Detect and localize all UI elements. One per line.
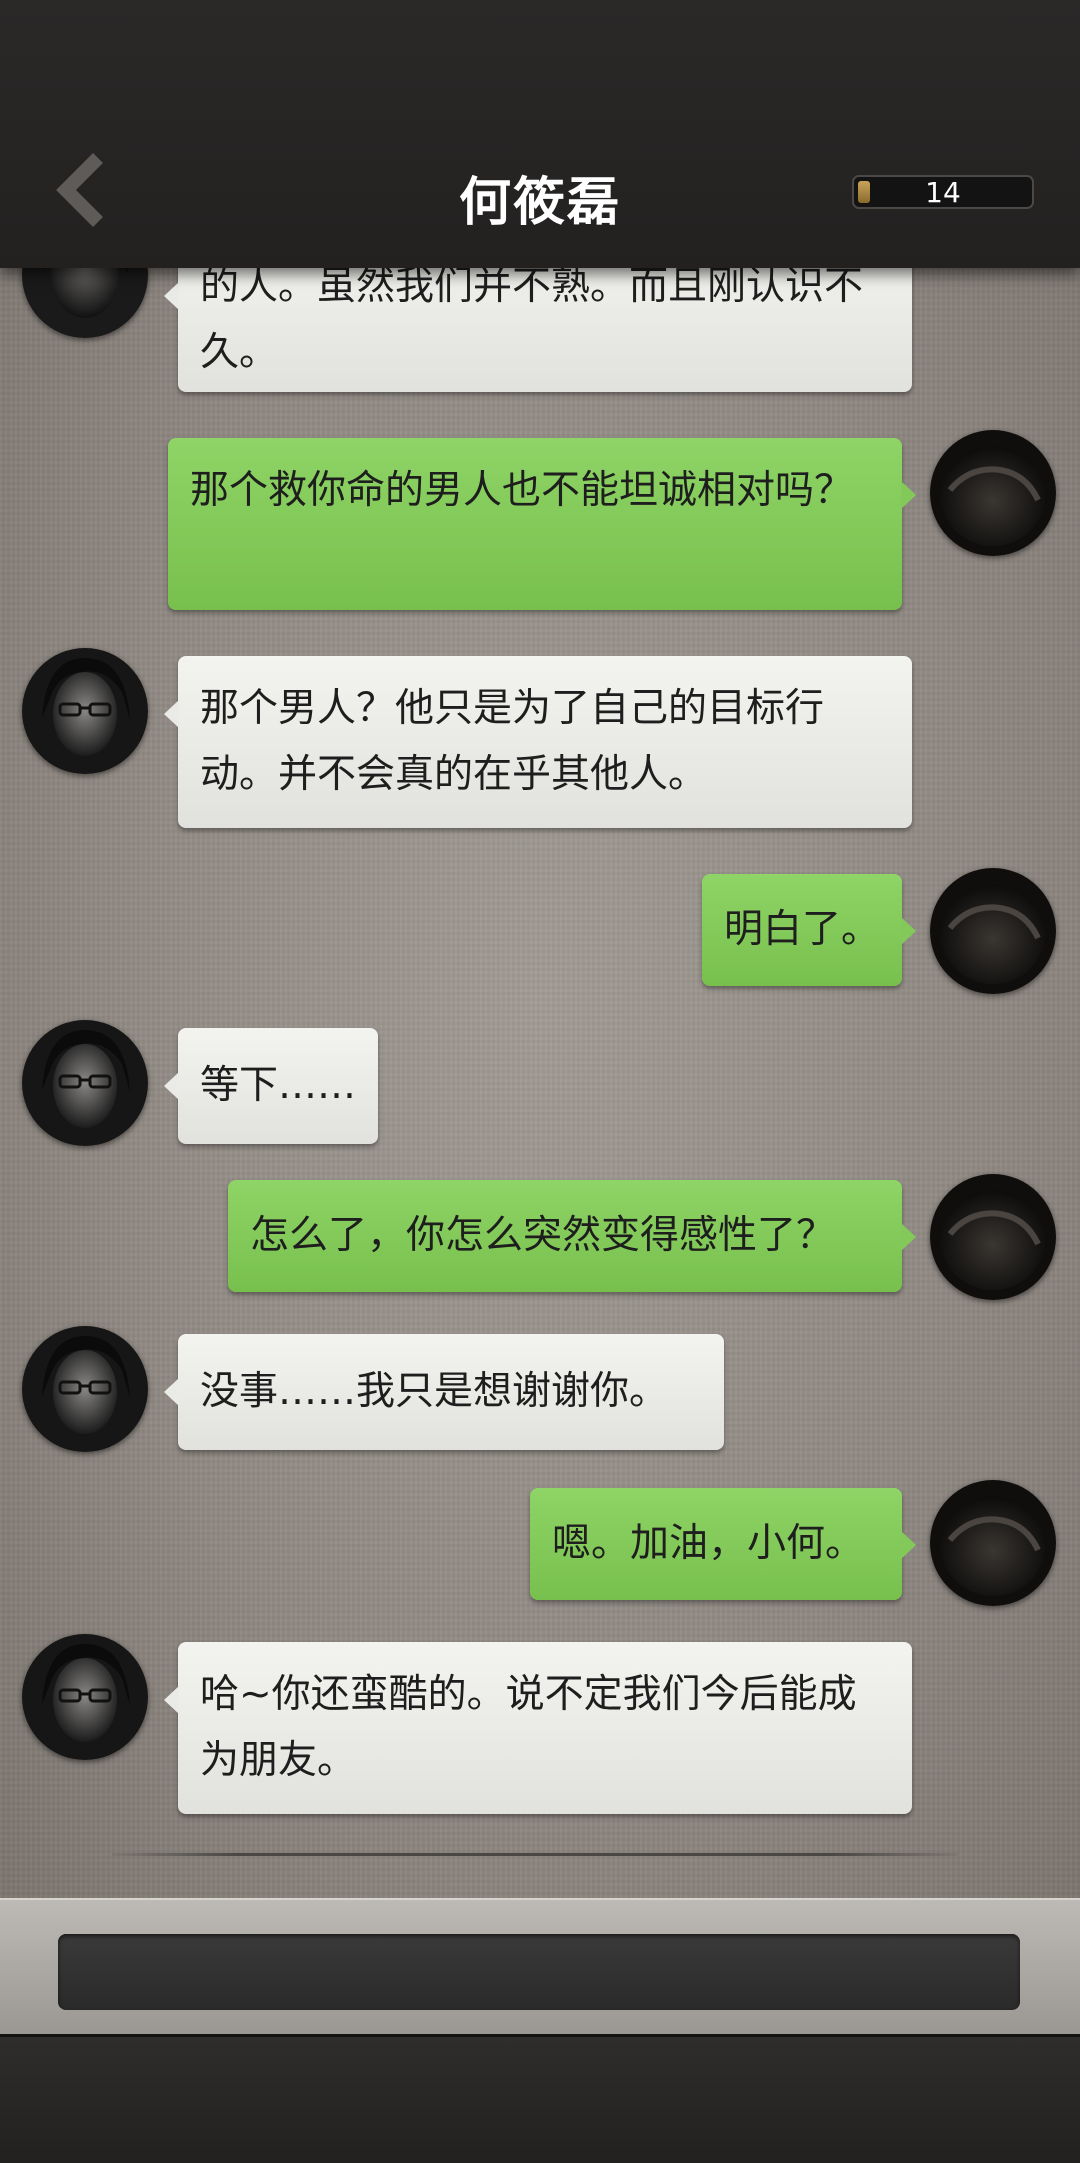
chat-end-divider [112,1853,958,1856]
reply-input[interactable] [58,1934,1020,2010]
avatar-hexiaolei[interactable] [22,1326,148,1452]
progress-counter: 14 [852,175,1034,209]
avatar-hexiaolei[interactable] [22,648,148,774]
message-text: 的人。虽然我们并不熟。而且刚认识不久。 [200,268,864,375]
message-text: 等下…… [200,1063,357,1108]
message-text: 没事……我只是想谢谢你。 [200,1369,669,1414]
avatar-hexiaolei[interactable] [22,268,148,338]
avatar-hexiaolei[interactable] [22,1020,148,1146]
avatar-player[interactable] [930,1480,1056,1606]
message-bubble-left: 的人。虽然我们并不熟。而且刚认识不久。 [164,268,912,392]
message-text: 明白了。 [724,907,881,952]
message-bubble-left: 那个男人？他只是为了自己的目标行动。并不会真的在乎其他人。 [164,656,912,828]
avatar-hexiaolei[interactable] [22,1634,148,1760]
message-text: 哈~你还蛮酷的。说不定我们今后能成为朋友。 [200,1672,857,1783]
bottom-panel [0,2034,1080,2163]
avatar-player[interactable] [930,868,1056,994]
message-text: 怎么了，你怎么突然变得感性了？ [250,1213,836,1258]
message-bubble-left: 等下…… [164,1028,378,1144]
message-bubble-left: 哈~你还蛮酷的。说不定我们今后能成为朋友。 [164,1642,912,1814]
top-bar: 何筱磊 14 [0,0,1080,268]
message-bubble-right: 怎么了，你怎么突然变得感性了？ [228,1180,916,1292]
message-text: 那个男人？他只是为了自己的目标行动。并不会真的在乎其他人。 [200,686,825,797]
message-bubble-right: 那个救你命的男人也不能坦诚相对吗？ [168,438,916,610]
message-bubble-left: 没事……我只是想谢谢你。 [164,1334,724,1450]
message-text: 嗯。加油，小何。 [552,1521,865,1566]
chat-area[interactable]: 的人。虽然我们并不熟。而且刚认识不久。 那个救你命的男人也不能坦诚相对吗？ 那个… [0,268,1080,1898]
message-bubble-right: 明白了。 [702,874,916,986]
counter-value: 14 [925,176,961,209]
avatar-player[interactable] [930,430,1056,556]
avatar-player[interactable] [930,1174,1056,1300]
message-bubble-right: 嗯。加油，小何。 [530,1488,916,1600]
input-bar [0,1898,1080,2036]
message-text: 那个救你命的男人也不能坦诚相对吗？ [190,468,854,513]
